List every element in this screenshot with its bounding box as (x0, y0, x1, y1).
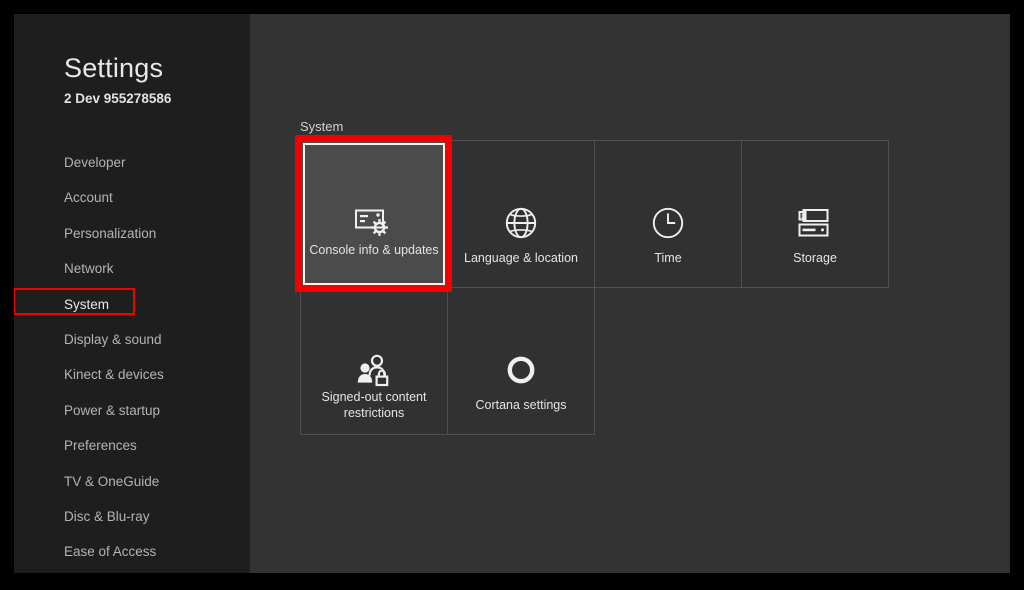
tile-console-info-updates[interactable]: Console info & updates (295, 135, 452, 292)
tile-empty-slot (742, 288, 889, 435)
tile-time[interactable]: Time (595, 141, 742, 288)
people-lock-icon (301, 350, 447, 390)
sidebar-item-label: Disc & Blu-ray (64, 508, 150, 524)
sidebar-item-disc-blu-ray[interactable]: Disc & Blu-ray (14, 499, 250, 534)
settings-sidebar: Settings 2 Dev 955278586 Developer Accoun… (14, 14, 250, 573)
sidebar-item-tv-oneguide[interactable]: TV & OneGuide (14, 464, 250, 499)
tile-label: Storage (793, 251, 837, 265)
tile-label: Console info & updates (309, 243, 439, 257)
clock-icon (595, 203, 741, 243)
storage-drives-icon (742, 203, 888, 243)
tile-group-heading: System (300, 119, 344, 134)
sidebar-item-label: Personalization (64, 225, 157, 241)
sidebar-item-power-startup[interactable]: Power & startup (14, 393, 250, 428)
sidebar-item-account[interactable]: Account (14, 180, 250, 215)
sidebar-item-label: TV & OneGuide (64, 473, 160, 489)
page-title: Settings (64, 53, 164, 83)
tile-label: Language & location (464, 251, 578, 265)
tile-label: Cortana settings (475, 398, 567, 412)
sidebar-item-label: Power & startup (64, 402, 161, 418)
tile-signed-out-content-restrictions[interactable]: Signed-out content restrictions (301, 288, 448, 435)
tile-cortana-settings[interactable]: Cortana settings (448, 288, 595, 435)
settings-content-pane: System Console info & updates Language & … (250, 14, 1010, 573)
xbox-settings-app: Settings 2 Dev 955278586 Developer Accoun… (14, 14, 1010, 573)
sidebar-item-label: Kinect & devices (64, 367, 164, 383)
tv-screen-frame: Settings 2 Dev 955278586 Developer Accoun… (0, 0, 1024, 590)
sidebar-item-display-sound[interactable]: Display & sound (14, 322, 250, 357)
sidebar-item-label: Account (64, 190, 113, 206)
sidebar-item-developer[interactable]: Developer (14, 145, 250, 180)
sidebar-item-label: Display & sound (64, 331, 162, 347)
sidebar-item-network[interactable]: Network (14, 251, 250, 286)
sidebar-item-label: Preferences (64, 438, 137, 454)
globe-icon (448, 203, 594, 243)
settings-tile-grid: Console info & updates Language & locatio… (295, 135, 889, 435)
sidebar-item-system[interactable]: System (14, 287, 250, 322)
tile-language-location[interactable]: Language & location (448, 141, 595, 288)
sidebar-item-label: Ease of Access (64, 544, 157, 560)
sidebar-item-label: Developer (64, 155, 126, 170)
sidebar-item-label: Network (64, 261, 114, 277)
sidebar-item-ease-of-access[interactable]: Ease of Access (14, 534, 250, 569)
sidebar-item-kinect-devices[interactable]: Kinect & devices (14, 357, 250, 392)
tile-empty-slot (595, 288, 742, 435)
cortana-ring-icon (448, 350, 594, 390)
tile-label: Signed-out content restrictions (321, 390, 427, 420)
sidebar-item-preferences[interactable]: Preferences (14, 428, 250, 463)
sidebar-nav-list: Developer Account Personalization Network Sy… (14, 145, 250, 570)
profile-gamertag: 2 Dev 955278586 (64, 91, 172, 106)
tile-storage[interactable]: Storage (742, 141, 889, 288)
sidebar-item-personalization[interactable]: Personalization (14, 216, 250, 251)
tile-label: Time (654, 251, 682, 265)
sidebar-item-label: System (64, 296, 110, 312)
console-gear-icon (301, 203, 447, 243)
